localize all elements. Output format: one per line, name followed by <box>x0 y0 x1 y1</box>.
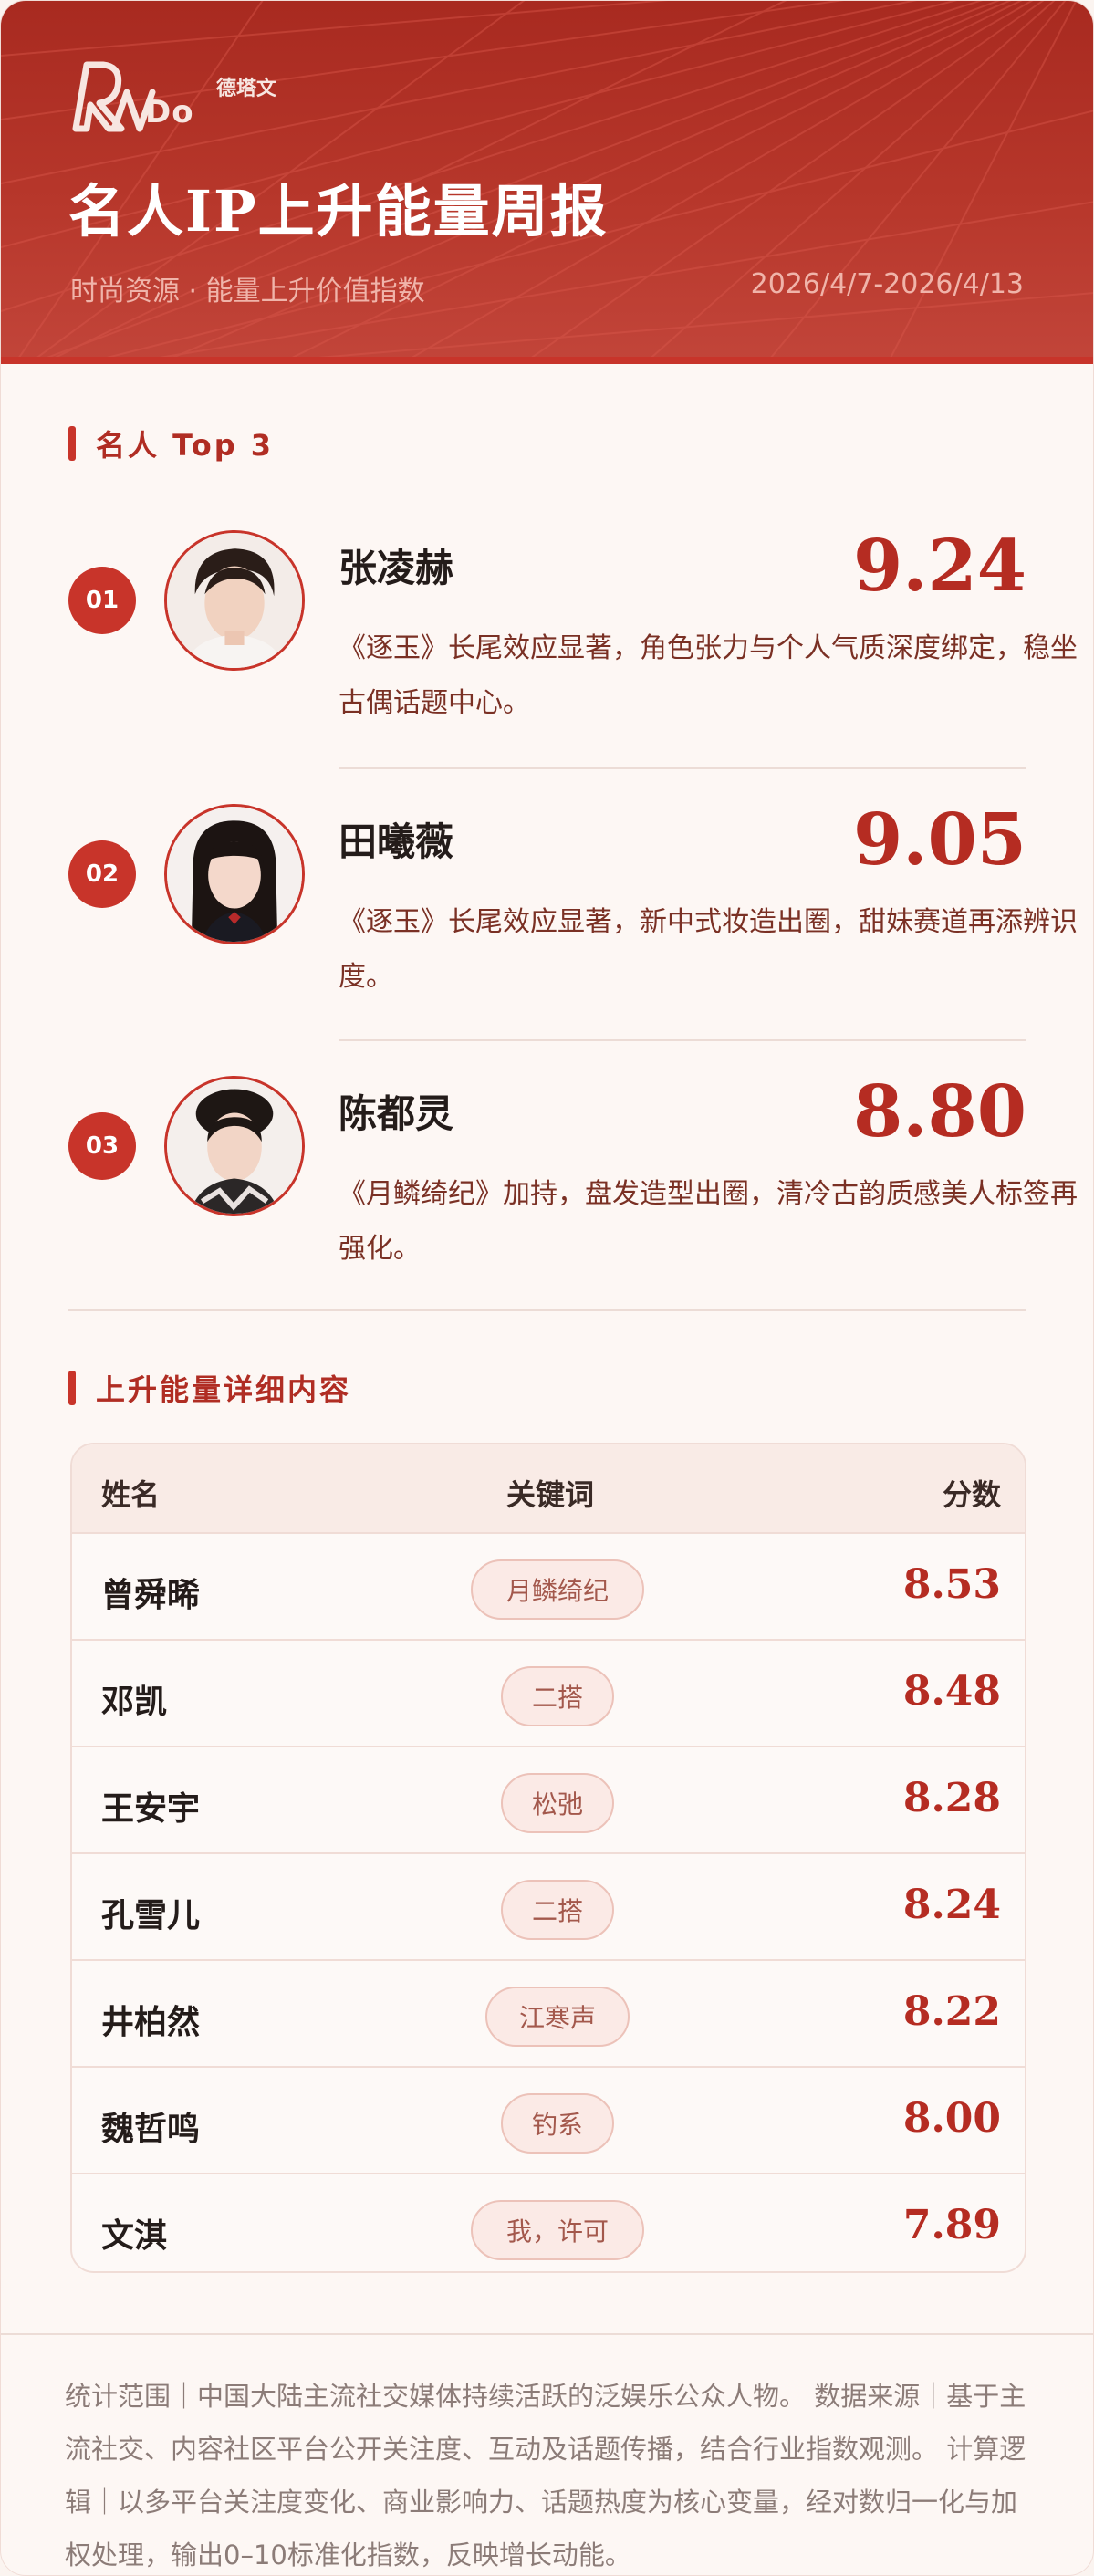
item-divider <box>339 1039 1026 1041</box>
celebrity-description: 《逐玉》长尾效应显著，新中式妆造出圈，甜妹赛道再添辨识度。 <box>339 906 1078 993</box>
row-name: 井柏然 <box>101 2004 201 2041</box>
avatar-portrait-icon <box>167 807 302 942</box>
rank-badge: 01 <box>68 567 136 634</box>
rank-badge: 02 <box>68 840 136 908</box>
row-score: 8.00 <box>902 2095 1001 2142</box>
celebrity-score: 9.05 <box>853 798 1026 881</box>
row-score: 8.48 <box>902 1668 1001 1715</box>
row-name: 文淇 <box>101 2217 168 2255</box>
page-subtitle: 时尚资源 · 能量上升价值指数 <box>70 276 425 308</box>
keyword-tag: 松弛 <box>501 1773 614 1833</box>
row-name: 魏哲鸣 <box>101 2111 201 2148</box>
table-row: 文淇 我，许可 7.89 <box>72 2173 1025 2271</box>
brand-logo-subtext: 德塔文 <box>216 78 277 100</box>
celebrity-score: 8.80 <box>853 1070 1026 1153</box>
section-divider <box>68 1309 1026 1311</box>
table-row: 井柏然 江寒声 8.22 <box>72 1959 1025 2066</box>
table-header: 姓名 关键词 分数 <box>72 1444 1025 1532</box>
table-row: 邓凯 二搭 8.48 <box>72 1639 1025 1746</box>
row-name: 邓凯 <box>101 1684 168 1721</box>
row-score: 8.28 <box>902 1775 1001 1821</box>
column-header-keyword: 关键词 <box>505 1477 595 1512</box>
keyword-tag: 二搭 <box>501 1880 614 1940</box>
section-title: 名人 Top 3 <box>96 428 275 463</box>
keyword-tag: 江寒声 <box>485 1987 630 2047</box>
row-score: 8.22 <box>902 1988 1001 2035</box>
keyword-tag: 钓系 <box>501 2093 614 2154</box>
section-accent-bar <box>68 426 76 461</box>
page-title: 名人IP上升能量周报 <box>68 178 609 245</box>
section-accent-bar <box>68 1371 76 1405</box>
row-score: 8.24 <box>902 1882 1001 1928</box>
celebrity-description: 《月鳞绮纪》加持，盘发造型出圈，清冷古韵质感美人标签再强化。 <box>339 1178 1078 1265</box>
rank-badge: 03 <box>68 1112 136 1180</box>
header-divider <box>1 357 1093 364</box>
row-name: 孔雪儿 <box>101 1897 201 1935</box>
row-score: 7.89 <box>902 2202 1001 2248</box>
top3-item: 02 田曦薇 9.05 《逐玉》长尾效应显著，新中式妆造出圈，甜妹赛道再添辨识度… <box>68 798 1078 1059</box>
table-row: 孔雪儿 二搭 8.24 <box>72 1852 1025 1959</box>
celebrity-name: 张凌赫 <box>339 546 454 590</box>
table-row: 魏哲鸣 钓系 8.00 <box>72 2066 1025 2173</box>
top3-item: 01 张凌赫 9.24 《逐玉》长尾效应显著，角色张力与个人气质深度绑定，稳坐古… <box>68 525 1078 786</box>
details-table: 姓名 关键词 分数 曾舜晞 月鳞绮纪 8.53 邓凯 二搭 8.48 王安宇 松… <box>70 1443 1026 2273</box>
celebrity-description: 《逐玉》长尾效应显著，角色张力与个人气质深度绑定，稳坐古偶话题中心。 <box>339 632 1078 719</box>
keyword-tag: 月鳞绮纪 <box>471 1559 644 1620</box>
column-header-score: 分数 <box>942 1477 1001 1512</box>
report-card: Do 德塔文 名人IP上升能量周报 时尚资源 · 能量上升价值指数 2026/4… <box>0 0 1094 2576</box>
section-title: 上升能量详细内容 <box>96 1372 352 1407</box>
details-section-heading: 上升能量详细内容 <box>68 1367 351 1409</box>
avatar-portrait-icon <box>167 1079 302 1214</box>
row-name: 王安宇 <box>101 1790 201 1828</box>
avatar <box>164 530 305 671</box>
top3-section-heading: 名人 Top 3 <box>68 422 274 464</box>
avatar-portrait-icon <box>167 533 302 668</box>
row-name: 曾舜晞 <box>101 1577 201 1614</box>
methodology-note: 统计范围｜中国大陆主流社交媒体持续活跃的泛娱乐公众人物。 数据来源｜基于主流社交… <box>65 2381 1026 2571</box>
keyword-tag: 二搭 <box>501 1666 614 1726</box>
date-range: 2026/4/7-2026/4/13 <box>750 268 1024 300</box>
celebrity-name: 陈都灵 <box>339 1091 454 1136</box>
report-header: Do 德塔文 名人IP上升能量周报 时尚资源 · 能量上升价值指数 2026/4… <box>1 1 1093 364</box>
footer-divider <box>1 2333 1093 2335</box>
row-score: 8.53 <box>902 1561 1001 1608</box>
table-row: 曾舜晞 月鳞绮纪 8.53 <box>72 1532 1025 1639</box>
celebrity-name: 田曦薇 <box>339 819 454 864</box>
avatar <box>164 804 305 944</box>
top3-item: 03 陈都灵 8.80 《月鳞绮纪》加持，盘发造型出圈，清冷古韵质感美人标签再强… <box>68 1070 1078 1331</box>
column-header-name: 姓名 <box>101 1477 161 1512</box>
item-divider <box>339 767 1026 769</box>
celebrity-score: 9.24 <box>853 525 1026 608</box>
keyword-tag: 我，许可 <box>471 2200 644 2260</box>
avatar <box>164 1076 305 1216</box>
table-row: 王安宇 松弛 8.28 <box>72 1746 1025 1852</box>
brand-logo-text: Do <box>145 94 194 130</box>
